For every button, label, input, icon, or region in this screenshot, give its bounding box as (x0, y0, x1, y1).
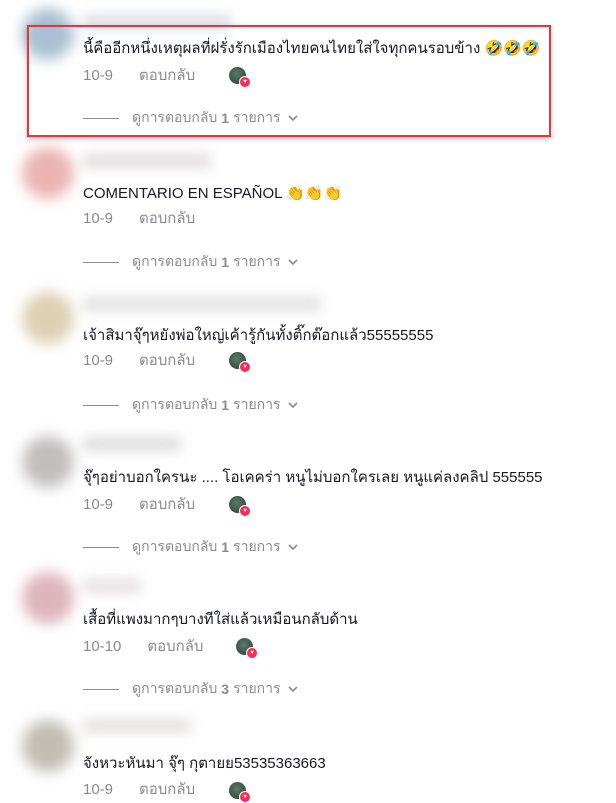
avatar[interactable] (22, 292, 74, 344)
reply-unit: รายการ (233, 538, 281, 554)
comment-date: 10-9 (83, 351, 114, 369)
comment-item: เจ้าสิมาจุ๊ๆหยังพ่อใหญ่เค้ารู้กันทั้งติ๊… (0, 290, 616, 430)
reply-count: 1 (221, 539, 230, 555)
reply-count: 1 (221, 254, 230, 270)
view-replies-button[interactable]: ดูการตอบกลับ 1 รายการ (83, 537, 299, 557)
heart-icon: ♥ (239, 505, 251, 517)
reply-count: 1 (221, 397, 230, 413)
comment-meta: 10-9 ตอบกลับ (83, 778, 195, 800)
reply-button[interactable]: ตอบกลับ (139, 777, 195, 801)
highlight-box (27, 25, 551, 137)
comment-item: COMENTARIO EN ESPAÑOL 👏👏👏 10-9 ตอบกลับ ด… (0, 145, 616, 285)
emoji-text: 👏👏👏 (286, 184, 343, 202)
creator-liked-icon: ♥ (229, 782, 251, 803)
comment-text: COMENTARIO EN ESPAÑOL 👏👏👏 (83, 184, 343, 202)
username-blurred[interactable] (82, 436, 182, 452)
reply-button[interactable]: ตอบกลับ (139, 492, 195, 516)
divider-line (83, 688, 119, 690)
view-replies-button[interactable]: ดูการตอบกลับ 3 รายการ (83, 679, 299, 699)
view-replies-button[interactable]: ดูการตอบกลับ 1 รายการ (83, 252, 299, 272)
avatar[interactable] (22, 147, 74, 199)
divider-line (83, 546, 119, 548)
comment-meta: 10-9 ตอบกลับ (83, 493, 195, 515)
comment-text: จังหวะหันมา จุ๊ๆ กุตายย53535363663 (83, 755, 326, 772)
comment-date: 10-10 (83, 637, 122, 655)
username-blurred[interactable] (82, 153, 212, 169)
view-replies-label: ดูการตอบกลับ (132, 253, 218, 269)
comment-date: 10-9 (83, 780, 114, 798)
reply-button[interactable]: ตอบกลับ (139, 206, 195, 230)
heart-icon: ♥ (246, 647, 258, 659)
heart-icon: ♥ (239, 361, 251, 373)
reply-unit: รายการ (233, 680, 281, 696)
reply-count: 3 (221, 681, 230, 697)
comment-meta: 10-10 ตอบกลับ (83, 635, 203, 657)
view-replies-label: ดูการตอบกลับ (132, 538, 218, 554)
comment-text: เสื้อที่แพงมากๆบางทีใส่แล้วเหมือนกลับด้า… (83, 611, 358, 628)
comment-date: 10-9 (83, 209, 114, 227)
view-replies-button[interactable]: ดูการตอบกลับ 1 รายการ (83, 395, 299, 415)
reply-button[interactable]: ตอบกลับ (147, 634, 203, 658)
avatar[interactable] (22, 572, 74, 624)
comment-meta: 10-9 ตอบกลับ (83, 349, 195, 371)
reply-button[interactable]: ตอบกลับ (139, 348, 195, 372)
creator-liked-icon: ♥ (229, 352, 251, 373)
avatar[interactable] (22, 720, 74, 772)
username-blurred[interactable] (82, 296, 322, 312)
divider-line (83, 261, 119, 263)
comment-item: จังหวะหันมา จุ๊ๆ กุตายย53535363663 10-9 … (0, 712, 616, 803)
creator-liked-icon: ♥ (229, 496, 251, 517)
chevron-down-icon (287, 402, 298, 409)
chevron-down-icon (287, 259, 298, 266)
divider-line (83, 404, 119, 406)
comment-text: เจ้าสิมาจุ๊ๆหยังพ่อใหญ่เค้ารู้กันทั้งติ๊… (83, 327, 434, 344)
comment-meta: 10-9 ตอบกลับ (83, 207, 195, 229)
comment-item: เสื้อที่แพงมากๆบางทีใส่แล้วเหมือนกลับด้า… (0, 572, 616, 712)
chevron-down-icon (287, 686, 298, 693)
avatar[interactable] (22, 436, 74, 488)
view-replies-label: ดูการตอบกลับ (132, 680, 218, 696)
view-replies-label: ดูการตอบกลับ (132, 396, 218, 412)
username-blurred[interactable] (82, 578, 142, 594)
reply-unit: รายการ (233, 396, 281, 412)
creator-liked-icon: ♥ (236, 638, 258, 659)
reply-unit: รายการ (233, 253, 281, 269)
comment-date: 10-9 (83, 495, 114, 513)
heart-icon: ♥ (239, 791, 251, 803)
comment-text: จุ๊ๆอย่าบอกใครนะ .... โอเคคร่า หนูไม่บอก… (83, 469, 543, 486)
chevron-down-icon (287, 544, 298, 551)
username-blurred[interactable] (82, 718, 192, 734)
comment-item: จุ๊ๆอย่าบอกใครนะ .... โอเคคร่า หนูไม่บอก… (0, 430, 616, 570)
